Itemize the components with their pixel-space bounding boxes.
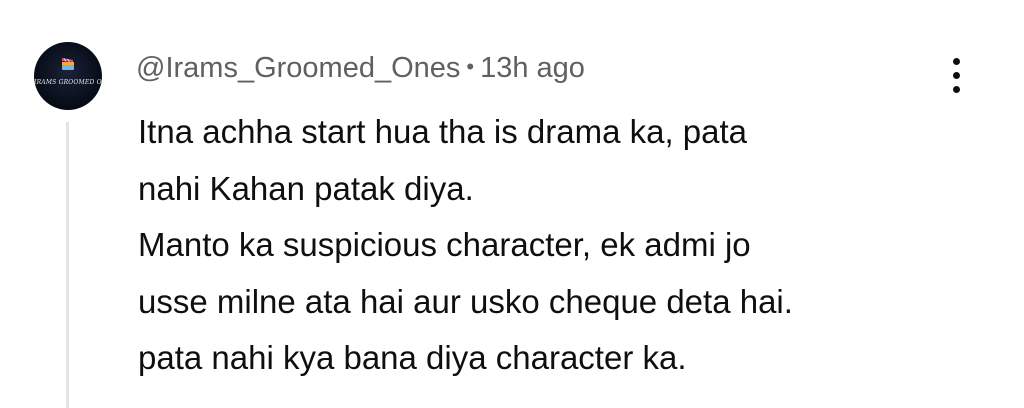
menu-dot	[953, 72, 960, 79]
comment-text: Itna achha start hua tha is drama ka, pa…	[138, 104, 958, 387]
comment-header: @Irams_Groomed_Ones • 13h ago	[136, 48, 585, 87]
separator-dot: •	[466, 54, 475, 79]
thread-line	[66, 122, 69, 408]
clapperboard-logo-icon	[62, 58, 74, 70]
comment-line: pata nahi kya bana diya character ka.	[138, 339, 687, 376]
avatar-channel-name: IRAMS GROOMED ONES	[34, 79, 102, 86]
avatar[interactable]: IRAMS GROOMED ONES	[34, 42, 102, 110]
menu-dot	[953, 86, 960, 93]
author-handle[interactable]: @Irams_Groomed_Ones	[136, 52, 460, 84]
comment-line: Manto ka suspicious character, ek admi j…	[138, 226, 751, 263]
comment-line: Itna achha start hua tha is drama ka, pa…	[138, 113, 748, 150]
comment-item: IRAMS GROOMED ONES @Irams_Groomed_Ones•1…	[0, 0, 1024, 408]
timestamp: 13h ago	[480, 52, 585, 84]
menu-dot	[953, 58, 960, 65]
more-vertical-icon[interactable]	[942, 56, 972, 96]
comment-line: nahi Kahan patak diya.	[138, 169, 474, 207]
comment-line: usse milne ata hai aur usko cheque deta …	[138, 282, 793, 320]
